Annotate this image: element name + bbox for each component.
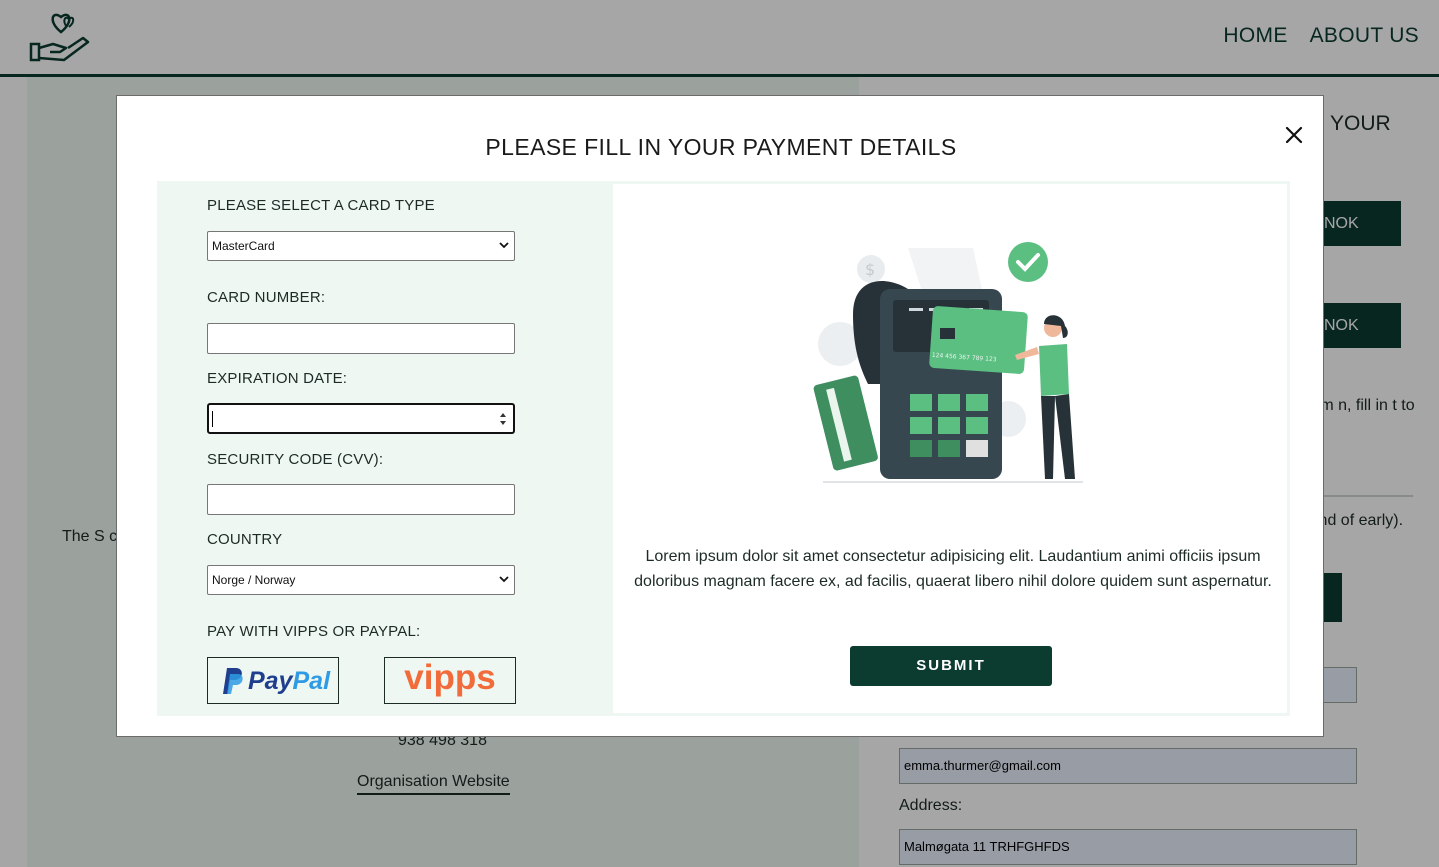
card-type-select[interactable]: MasterCard — [207, 231, 515, 261]
payment-terminal-illustration: $ 124 456 367 789 123 — [813, 242, 1083, 483]
card-type-value: MasterCard — [212, 239, 275, 253]
spinner-arrows-icon[interactable] — [499, 412, 507, 426]
card-type-label: PLEASE SELECT A CARD TYPE — [207, 197, 435, 214]
paypal-logo-icon — [223, 668, 243, 694]
paypal-wordmark-light: Pal — [292, 667, 331, 695]
country-value: Norge / Norway — [212, 573, 296, 587]
modal-title: PLEASE FILL IN YOUR PAYMENT DETAILS — [485, 134, 957, 160]
paypal-wordmark-dark: Pay — [248, 667, 293, 695]
payment-form: PLEASE SELECT A CARD TYPE MasterCard CAR… — [157, 181, 610, 716]
country-select[interactable]: Norge / Norway — [207, 565, 515, 595]
payment-info-panel: $ 124 456 367 789 123 Lorem ipsum dolor … — [610, 181, 1290, 716]
chevron-down-icon — [499, 576, 509, 583]
expiration-date-label: EXPIRATION DATE: — [207, 370, 348, 387]
vipps-button[interactable]: vipps — [384, 657, 516, 704]
paypal-wordmark: PayPal — [248, 667, 330, 696]
text-cursor — [212, 411, 213, 427]
expiration-date-input[interactable] — [207, 403, 515, 434]
card-number-label: CARD NUMBER: — [207, 289, 326, 306]
country-label: COUNTRY — [207, 531, 283, 548]
submit-button[interactable]: SUBMIT — [850, 646, 1052, 686]
card-number-input[interactable] — [207, 323, 515, 354]
chevron-down-icon — [499, 242, 509, 249]
svg-text:$: $ — [865, 260, 875, 279]
payment-modal: PLEASE FILL IN YOUR PAYMENT DETAILS PLEA… — [116, 95, 1324, 737]
vipps-logo: vipps — [404, 658, 496, 697]
close-icon[interactable] — [1281, 122, 1307, 148]
security-code-input[interactable] — [207, 484, 515, 515]
paypal-button[interactable]: PayPal — [207, 657, 339, 704]
security-code-label: SECURITY CODE (CVV): — [207, 451, 384, 468]
pay-with-label: PAY WITH VIPPS OR PAYPAL: — [207, 623, 421, 640]
payment-description: Lorem ipsum dolor sit amet consectetur a… — [634, 548, 1272, 590]
